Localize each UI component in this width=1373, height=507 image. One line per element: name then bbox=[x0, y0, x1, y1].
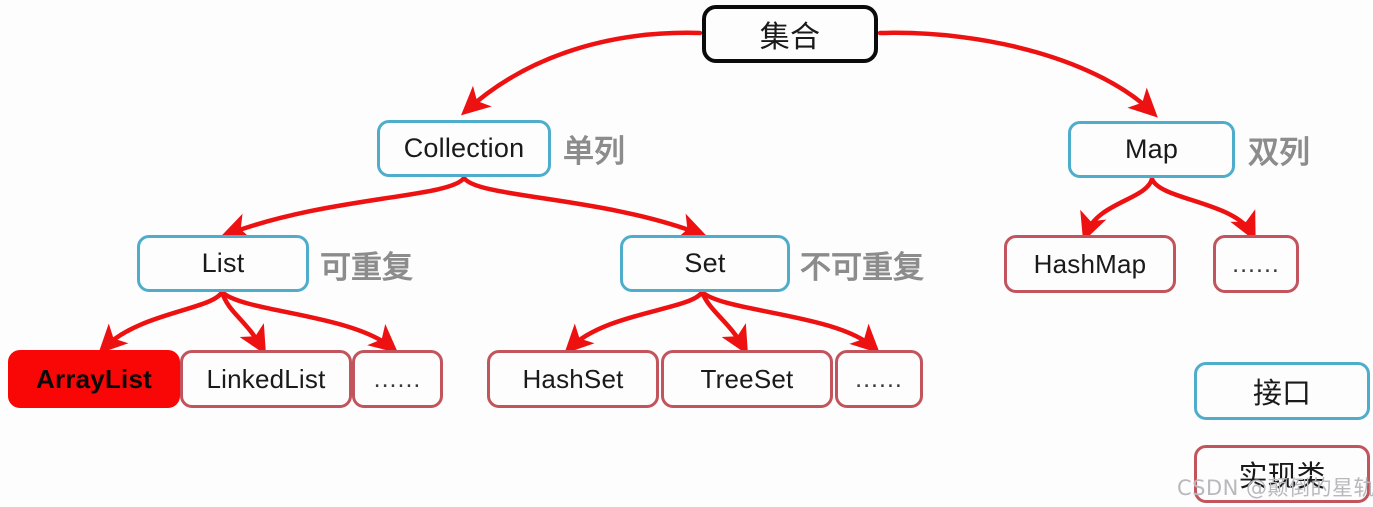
node-list-more-label: ...... bbox=[373, 364, 422, 393]
node-map-label: Map bbox=[1124, 134, 1179, 164]
node-arraylist[interactable]: ArrayList bbox=[8, 350, 180, 408]
edge-list-more bbox=[219, 289, 399, 354]
node-collection-label: Collection bbox=[403, 133, 525, 163]
node-treeset[interactable]: TreeSet bbox=[661, 350, 833, 408]
side-label-set: 不可重复 bbox=[800, 250, 924, 286]
legend-interface: 接口 bbox=[1194, 362, 1370, 420]
node-linkedlist[interactable]: LinkedList bbox=[180, 350, 352, 408]
node-list[interactable]: List bbox=[137, 235, 309, 292]
legend-interface-label: 接口 bbox=[1252, 376, 1311, 410]
node-hashmap-label: HashMap bbox=[1033, 248, 1147, 279]
edge-map-hashmap bbox=[1080, 176, 1155, 242]
node-set-label: Set bbox=[684, 248, 726, 278]
node-set[interactable]: Set bbox=[620, 235, 790, 292]
node-treeset-label: TreeSet bbox=[700, 363, 794, 394]
edge-set-hashset bbox=[564, 289, 705, 354]
node-list-more[interactable]: ...... bbox=[352, 350, 443, 408]
edge-list-arraylist bbox=[98, 289, 225, 354]
node-root-label: 集合 bbox=[759, 20, 821, 55]
side-label-map: 双列 bbox=[1248, 135, 1310, 171]
node-collection[interactable]: Collection bbox=[377, 120, 551, 177]
edge-collection-set bbox=[461, 175, 708, 240]
node-map-more-label: ...... bbox=[1232, 249, 1280, 278]
node-linkedlist-label: LinkedList bbox=[206, 363, 326, 394]
edge-set-treeset bbox=[699, 289, 749, 356]
node-hashmap[interactable]: HashMap bbox=[1004, 235, 1176, 293]
side-label-list: 可重复 bbox=[320, 250, 413, 286]
node-root-collection-cn[interactable]: 集合 bbox=[702, 5, 878, 63]
node-set-more-label: ...... bbox=[855, 364, 903, 393]
edge-root-collection bbox=[460, 30, 703, 116]
node-set-more[interactable]: ...... bbox=[835, 350, 923, 408]
diagram-canvas: 集合 Collection 单列 Map 双列 List 可重复 Set 不可重… bbox=[0, 0, 1373, 507]
node-list-label: List bbox=[201, 248, 245, 278]
node-map[interactable]: Map bbox=[1068, 121, 1235, 178]
edge-collection-list bbox=[220, 175, 467, 240]
side-label-collection: 单列 bbox=[563, 134, 625, 170]
node-map-more[interactable]: ...... bbox=[1213, 235, 1299, 293]
node-arraylist-label: ArrayList bbox=[36, 363, 152, 394]
edge-map-more bbox=[1149, 176, 1256, 242]
node-hashset-label: HashSet bbox=[522, 363, 624, 394]
edge-set-more bbox=[699, 289, 880, 354]
edge-list-linkedlist bbox=[219, 289, 267, 356]
edge-root-map bbox=[877, 30, 1158, 118]
watermark: CSDN @颠倒的星轨 bbox=[1177, 476, 1373, 500]
node-hashset[interactable]: HashSet bbox=[487, 350, 659, 408]
